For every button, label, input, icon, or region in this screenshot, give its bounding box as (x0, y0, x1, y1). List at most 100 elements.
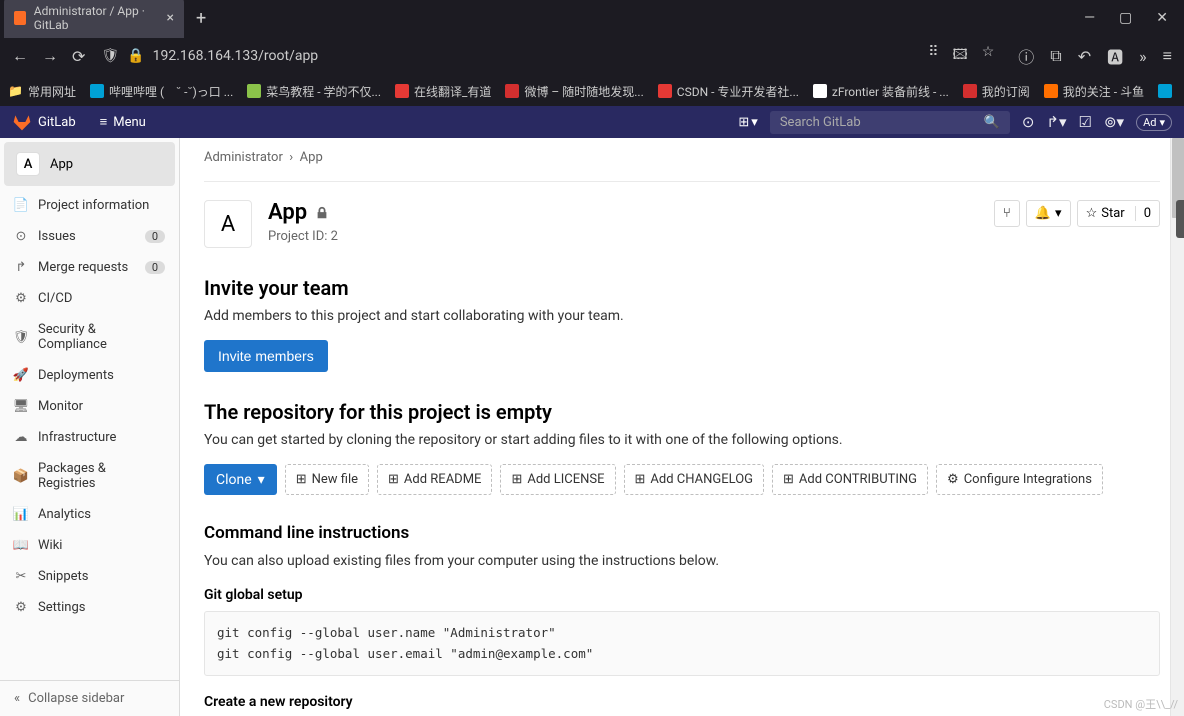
star-button[interactable]: ☆ Star 0 (1077, 200, 1160, 227)
bookmark-favicon-icon (505, 84, 519, 98)
breadcrumb-project[interactable]: App (300, 150, 323, 165)
forward-icon[interactable]: → (42, 46, 58, 66)
sidebar-item-wiki[interactable]: 📖Wiki (0, 530, 179, 561)
gitlab-logo[interactable]: GitLab (12, 112, 76, 132)
gitlab-brand: GitLab (38, 115, 76, 130)
issues-icon[interactable]: ⊙ (1022, 113, 1035, 131)
close-window-icon[interactable]: ✕ (1156, 10, 1168, 26)
star-count: 0 (1135, 206, 1151, 221)
sidebar-item-snippets[interactable]: ✂Snippets (0, 561, 179, 592)
bookmark-item[interactable]: 我的关注 - 斗鱼 (1044, 83, 1144, 100)
sidebar-item-issues[interactable]: ⊙Issues0 (0, 221, 179, 252)
todos-icon[interactable]: ☑ (1079, 113, 1092, 131)
merge-requests-icon[interactable]: ↱▾ (1046, 113, 1066, 131)
plus-icon: ⊞ (783, 472, 794, 487)
admin-avatar[interactable]: Ad▾ (1136, 114, 1172, 131)
add-contributing-button[interactable]: ⊞Add CONTRIBUTING (772, 464, 928, 495)
bookmark-favicon-icon (813, 84, 827, 98)
breadcrumb-admin[interactable]: Administrator (204, 150, 283, 165)
sidebar-item-icon: 🛡 (14, 330, 28, 344)
plus-icon: ⊞ (738, 115, 749, 130)
notification-button[interactable]: 🔔 ▾ (1026, 200, 1071, 227)
plus-icon: ⊞ (296, 472, 307, 487)
right-drawer-tab[interactable] (1176, 200, 1184, 238)
bookmark-item[interactable]: 【Linux三剑客】下架... (1158, 83, 1184, 100)
hamburger-menu-icon: ≡ (100, 114, 108, 130)
git-setup-code[interactable]: git config --global user.name "Administr… (204, 611, 1160, 676)
sidebar-item-project-information[interactable]: 📄Project information (0, 190, 179, 221)
plus-dropdown[interactable]: ⊞ ▾ (738, 115, 757, 130)
sidebar-item-merge-requests[interactable]: ↱Merge requests0 (0, 252, 179, 283)
bookmark-item[interactable]: 菜鸟教程 - 学的不仅... (247, 83, 381, 100)
bookmark-item[interactable]: 哔哩哔哩 ( ˘ -˘)っ口 ... (90, 83, 233, 100)
empty-repo-description: You can get started by cloning the repos… (204, 432, 1160, 448)
create-repo-heading: Create a new repository (204, 694, 1160, 710)
git-setup-heading: Git global setup (204, 587, 1160, 603)
window-controls: — ▢ ✕ (1084, 10, 1180, 26)
browser-tab[interactable]: Administrator / App · GitLab × (4, 0, 184, 38)
sidebar-project-header[interactable]: A App (4, 142, 175, 186)
sidebar-item-label: Infrastructure (38, 430, 116, 445)
add-license-button[interactable]: ⊞Add LICENSE (500, 464, 615, 495)
collapse-sidebar-button[interactable]: « Collapse sidebar (0, 680, 179, 716)
sidebar-item-infrastructure[interactable]: ☁Infrastructure (0, 422, 179, 453)
search-input[interactable]: Search GitLab 🔍 (770, 111, 1010, 134)
address-bar: ← → ⟳ 🛡 🔒 192.168.164.133/root/app ⠿ 🖾 ☆… (0, 36, 1184, 76)
help-icon[interactable]: ⊚▾ (1104, 113, 1124, 131)
bookmark-item[interactable]: zFrontier 装备前线 - ... (813, 83, 949, 100)
url-box[interactable]: 🛡 🔒 192.168.164.133/root/app ⠿ 🖾 ☆ (97, 44, 1006, 68)
menu-button[interactable]: ≡ Menu (100, 114, 146, 130)
star-icon: ☆ (1086, 206, 1098, 221)
maximize-icon[interactable]: ▢ (1119, 10, 1132, 26)
shield-icon[interactable]: 🛡 (101, 48, 119, 64)
gitlab-favicon-icon (14, 11, 26, 25)
sidebar-item-label: Security & Compliance (38, 322, 165, 352)
translate2-icon[interactable]: 🅰 (1107, 44, 1123, 68)
sidebar-item-label: Issues (38, 229, 76, 244)
bookmark-star-icon[interactable]: ☆ (982, 44, 995, 68)
sidebar-item-icon: 🖥 (14, 400, 28, 414)
reload-icon[interactable]: ⟳ (72, 47, 85, 66)
overflow-icon[interactable]: » (1139, 47, 1147, 66)
sidebar-item-security-compliance[interactable]: 🛡 Security & Compliance (0, 314, 179, 360)
bookmark-item[interactable]: 📁常用网址 (8, 83, 76, 100)
qr-icon[interactable]: ⠿ (928, 44, 938, 68)
close-tab-icon[interactable]: × (167, 10, 174, 26)
bookmark-item[interactable]: CSDN - 专业开发者社... (658, 83, 799, 100)
sidebar-item-analytics[interactable]: 📊Analytics (0, 499, 179, 530)
bookmark-item[interactable]: 我的订阅 (963, 83, 1030, 100)
extensions-icon[interactable]: ⧉ (1050, 46, 1061, 66)
chevron-down-icon: ▾ (258, 472, 265, 488)
bookmark-item[interactable]: 微博 – 随时随地发现... (505, 83, 643, 100)
content-area: Administrator › App A App Project ID: 2 … (180, 138, 1184, 716)
info-icon[interactable]: ⓘ (1018, 44, 1034, 68)
sidebar-item-deployments[interactable]: 🚀Deployments (0, 360, 179, 391)
add-changelog-button[interactable]: ⊞Add CHANGELOG (624, 464, 765, 495)
sidebar-item-packages-registries[interactable]: 📦Packages & Registries (0, 453, 179, 499)
plus-icon: ⊞ (388, 472, 399, 487)
breadcrumb: Administrator › App (204, 150, 1160, 182)
sidebar-item-monitor[interactable]: 🖥Monitor (0, 391, 179, 422)
hamburger-icon[interactable]: ≡ (1163, 46, 1172, 66)
configure-integrations-button[interactable]: ⚙Configure Integrations (936, 464, 1103, 495)
sidebar-item-icon: 📖 (14, 539, 28, 553)
add-readme-button[interactable]: ⊞Add README (377, 464, 492, 495)
translate-icon[interactable]: 🖾 (952, 44, 967, 68)
bookmark-item[interactable]: 在线翻译_有道 (395, 83, 491, 100)
fork-button[interactable]: ⑂ (994, 200, 1020, 227)
new-file-button[interactable]: ⊞New file (285, 464, 369, 495)
clone-button[interactable]: Clone ▾ (204, 464, 277, 495)
insecure-lock-icon[interactable]: 🔒 (127, 48, 144, 64)
gitlab-logo-icon (12, 112, 32, 132)
sidebar-item-label: Snippets (38, 569, 89, 584)
sidebar-item-settings[interactable]: ⚙Settings (0, 592, 179, 623)
url-text: 192.168.164.133/root/app (153, 48, 319, 64)
invite-members-button[interactable]: Invite members (204, 340, 328, 372)
undo-icon[interactable]: ↶ (1078, 47, 1091, 66)
sidebar-item-icon: ⊙ (14, 230, 28, 244)
new-tab-button[interactable]: + (196, 8, 206, 29)
sidebar-item-ci-cd[interactable]: ⚙CI/CD (0, 283, 179, 314)
project-avatar: A (16, 152, 40, 176)
minimize-icon[interactable]: — (1084, 10, 1095, 26)
back-icon[interactable]: ← (12, 46, 28, 66)
